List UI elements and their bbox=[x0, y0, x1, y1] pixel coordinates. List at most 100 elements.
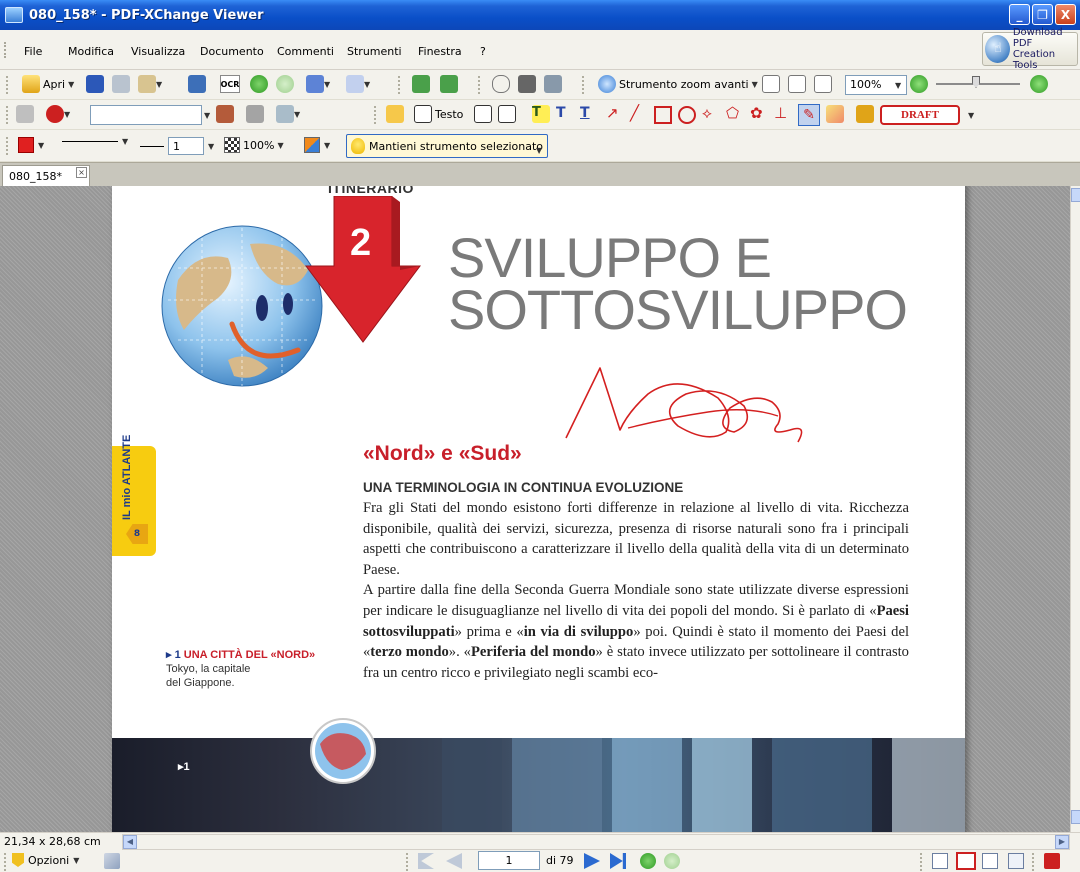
scan-button[interactable] bbox=[188, 75, 206, 93]
open-button[interactable]: Apri ▼ bbox=[22, 75, 74, 93]
ink-annotation[interactable] bbox=[558, 352, 858, 452]
line-width-control[interactable]: 1 ▼ bbox=[140, 137, 214, 155]
polyline-button[interactable]: ⟡ bbox=[702, 104, 712, 122]
line-width-field[interactable]: 1 bbox=[168, 137, 204, 155]
line-color-button[interactable]: ▼ bbox=[18, 137, 44, 153]
zoom-in-tool-button[interactable]: Strumento zoom avanti ▼ bbox=[598, 75, 758, 93]
typewriter-button[interactable] bbox=[498, 105, 516, 123]
strikeout-button[interactable]: T bbox=[556, 105, 566, 121]
underline-button[interactable]: T bbox=[580, 105, 590, 121]
continuous-view-button[interactable] bbox=[956, 852, 976, 870]
section-title: «Nord» e «Sud» bbox=[363, 442, 522, 465]
hand-tool-button[interactable] bbox=[492, 75, 510, 93]
globe-hand-icon bbox=[985, 35, 1010, 63]
attachment-button[interactable] bbox=[246, 105, 264, 123]
keep-tool-selected-toggle[interactable]: Mantieni strumento selezionato bbox=[346, 134, 549, 158]
facing-view-button[interactable] bbox=[982, 853, 998, 869]
snapshot-button[interactable] bbox=[518, 75, 536, 93]
tab-080-158[interactable]: 080_158* × bbox=[2, 165, 90, 187]
select-text-button[interactable] bbox=[544, 75, 562, 93]
note-button[interactable] bbox=[386, 105, 404, 123]
current-page-field[interactable]: 1 bbox=[478, 851, 540, 870]
line-style-button[interactable]: ▼ bbox=[62, 137, 128, 146]
close-button[interactable]: X bbox=[1055, 4, 1076, 25]
ocr-button[interactable]: OCR bbox=[220, 75, 240, 93]
next-page-button[interactable] bbox=[584, 853, 600, 869]
document-viewport[interactable]: ITINERARIO 2 SVILUPPO E SOTTOSVILUPPO IL… bbox=[0, 186, 1070, 832]
minimize-button[interactable]: _ bbox=[1009, 4, 1030, 25]
horizontal-scrollbar[interactable]: ◀ ▶ bbox=[122, 834, 1070, 850]
scroll-up-arrow[interactable] bbox=[1071, 188, 1080, 202]
link-button[interactable] bbox=[16, 105, 34, 123]
menu-visualizza[interactable]: Visualizza bbox=[131, 45, 185, 58]
redo-button[interactable]: ▼ bbox=[346, 75, 370, 93]
undo-button[interactable]: ▼ bbox=[306, 75, 330, 93]
fit-width-button[interactable] bbox=[814, 75, 832, 93]
stamp-tool-button[interactable] bbox=[856, 105, 874, 123]
fill-color-button[interactable]: ▼ bbox=[304, 137, 330, 153]
menu-finestra[interactable]: Finestra bbox=[418, 45, 462, 58]
single-page-view-button[interactable] bbox=[932, 853, 948, 869]
slider-thumb[interactable] bbox=[972, 76, 980, 88]
options-button[interactable]: Opzioni ▼ bbox=[12, 853, 79, 867]
text-box-button[interactable]: Testo bbox=[414, 105, 463, 123]
oval-button[interactable] bbox=[678, 106, 696, 124]
attachments-button[interactable] bbox=[104, 853, 120, 869]
line-button[interactable]: ╱ bbox=[630, 104, 639, 122]
previous-page-button[interactable] bbox=[446, 853, 462, 869]
opacity-control[interactable]: 100% ▼ bbox=[224, 137, 284, 153]
scroll-right-arrow[interactable]: ▶ bbox=[1055, 835, 1069, 849]
save-button[interactable] bbox=[86, 75, 104, 93]
rotate-right-button[interactable] bbox=[440, 75, 458, 93]
stamp-button[interactable] bbox=[216, 105, 234, 123]
fit-page-button[interactable] bbox=[788, 75, 806, 93]
menu-modifica[interactable]: Modifica bbox=[68, 45, 114, 58]
chevron-down-icon[interactable]: ▼ bbox=[968, 111, 974, 120]
rotate-left-button[interactable] bbox=[412, 75, 430, 93]
cloud-button[interactable]: ✿ bbox=[750, 104, 763, 122]
print-button[interactable] bbox=[112, 75, 130, 93]
menu-file[interactable]: File bbox=[24, 45, 42, 58]
back-button[interactable] bbox=[250, 75, 268, 93]
zoom-in-button[interactable] bbox=[1030, 75, 1048, 93]
first-page-button[interactable] bbox=[418, 853, 434, 869]
caption-line-2: del Giappone. bbox=[166, 677, 235, 689]
menu-strumenti[interactable]: Strumenti bbox=[347, 45, 402, 58]
pencil-button[interactable]: ✎ bbox=[798, 104, 820, 126]
menu-commenti[interactable]: Commenti bbox=[277, 45, 334, 58]
close-tab-icon[interactable]: × bbox=[76, 167, 87, 178]
email-button[interactable]: ▼ bbox=[138, 75, 162, 93]
actual-size-button[interactable] bbox=[762, 75, 780, 93]
maximize-button[interactable]: ❐ bbox=[1032, 4, 1053, 25]
eraser-button[interactable] bbox=[826, 105, 844, 123]
callout-button[interactable] bbox=[474, 105, 492, 123]
previous-view-button[interactable] bbox=[640, 853, 656, 869]
stamp-tool-icon bbox=[856, 105, 874, 123]
forward-button[interactable] bbox=[276, 75, 294, 93]
chevron-down-icon[interactable]: ▼ bbox=[895, 81, 901, 90]
continuous-facing-view-button[interactable] bbox=[1008, 853, 1024, 869]
download-pdf-tools-button[interactable]: Download PDF Creation Tools bbox=[982, 27, 1078, 71]
arrow-button[interactable]: ↗ bbox=[606, 104, 619, 122]
scroll-down-arrow[interactable] bbox=[1071, 810, 1080, 824]
rectangle-button[interactable] bbox=[654, 106, 672, 124]
font-color-button[interactable]: ▼ bbox=[46, 105, 70, 123]
draft-stamp-button[interactable]: DRAFT bbox=[880, 105, 960, 125]
highlight-button[interactable]: T bbox=[532, 105, 550, 123]
fit-width-icon bbox=[814, 75, 832, 93]
next-view-button[interactable] bbox=[664, 853, 680, 869]
last-page-button[interactable] bbox=[610, 853, 626, 869]
pdf-icon[interactable] bbox=[1044, 853, 1060, 869]
zoom-out-button[interactable] bbox=[910, 75, 928, 93]
menu-documento[interactable]: Documento bbox=[200, 45, 264, 58]
pin-button[interactable]: ⊥ bbox=[774, 104, 787, 122]
zoom-slider[interactable] bbox=[936, 76, 1020, 89]
sound-button[interactable]: ▼ bbox=[276, 105, 300, 123]
chevron-down-icon[interactable]: ▼ bbox=[204, 111, 210, 120]
vertical-scrollbar[interactable] bbox=[1070, 186, 1080, 832]
font-name-field[interactable] bbox=[90, 105, 202, 125]
scroll-left-arrow[interactable]: ◀ bbox=[123, 835, 137, 849]
chevron-down-icon[interactable]: ▼ bbox=[536, 146, 542, 155]
menu-help[interactable]: ? bbox=[480, 45, 486, 58]
polygon-button[interactable]: ⬠ bbox=[726, 104, 739, 122]
